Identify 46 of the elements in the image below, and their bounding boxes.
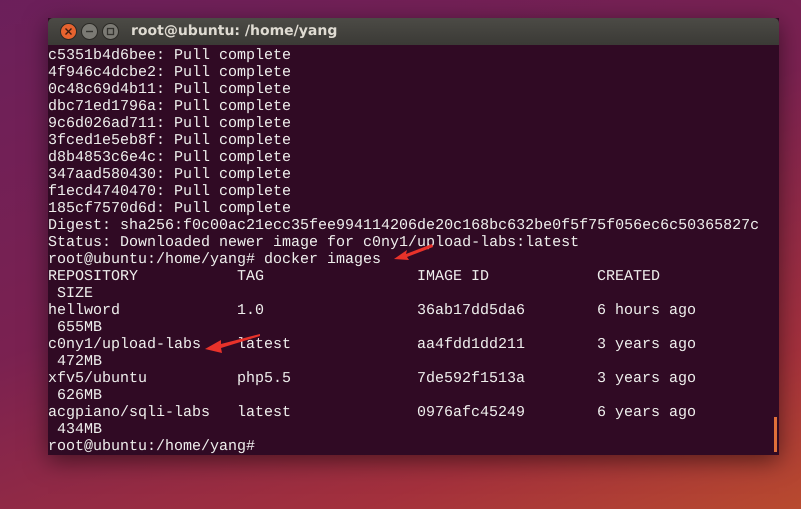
table-cell: 6 hours ago bbox=[597, 302, 696, 319]
output-line: dbc71ed1796a: Pull complete bbox=[48, 98, 292, 115]
column-header: TAG bbox=[237, 268, 264, 285]
maximize-icon bbox=[106, 27, 115, 36]
table-cell: 0976afc45249 bbox=[417, 404, 526, 421]
maximize-button[interactable] bbox=[102, 23, 119, 40]
output-line: f1ecd4740470: Pull complete bbox=[48, 183, 292, 200]
output-line: Digest: sha256:f0c00ac21ecc35fee994114206de20c168bc632be0f5f75f056ec6c50365827c bbox=[48, 217, 760, 234]
table-cell: 472MB bbox=[57, 353, 102, 370]
output-line: 4f946c4dcbe2: Pull complete bbox=[48, 64, 292, 81]
table-cell: 655MB bbox=[57, 319, 102, 336]
table-cell: 3 years ago bbox=[597, 336, 696, 353]
table-cell: 626MB bbox=[57, 387, 102, 404]
output-line: c5351b4d6bee: Pull complete bbox=[48, 47, 292, 64]
output-line: Status: Downloaded newer image for c0ny1/upload-labs:latest bbox=[48, 234, 580, 251]
column-header: SIZE bbox=[57, 285, 94, 302]
close-icon bbox=[64, 27, 73, 36]
close-button[interactable] bbox=[60, 23, 77, 40]
scrollbar-indicator bbox=[774, 417, 777, 452]
column-header: REPOSITORY bbox=[48, 268, 138, 285]
output-line: 3fced1e5eb8f: Pull complete bbox=[48, 132, 292, 149]
table-cell: 36ab17dd5da6 bbox=[417, 302, 526, 319]
table-cell: 434MB bbox=[57, 421, 102, 438]
minimize-button[interactable] bbox=[81, 23, 98, 40]
table-cell: 3 years ago bbox=[597, 370, 696, 387]
shell-prompt: root@ubuntu:/home/yang# bbox=[48, 438, 256, 455]
command-line: root@ubuntu:/home/yang# docker images bbox=[48, 251, 382, 268]
table-cell: hellword bbox=[48, 302, 120, 319]
table-cell: c0ny1/upload-labs bbox=[48, 336, 202, 353]
table-cell: 7de592f1513a bbox=[417, 370, 526, 387]
output-line: 9c6d026ad711: Pull complete bbox=[48, 115, 292, 132]
column-header: CREATED bbox=[597, 268, 660, 285]
table-cell: latest bbox=[237, 336, 292, 353]
window-title: root@ubuntu: /home/yang bbox=[131, 22, 338, 41]
table-cell: php5.5 bbox=[237, 370, 292, 387]
table-cell: acgpiano/sqli-labs bbox=[48, 404, 210, 421]
table-cell: 6 years ago bbox=[597, 404, 696, 421]
output-line: d8b4853c6e4c: Pull complete bbox=[48, 149, 292, 166]
table-cell: aa4fdd1dd211 bbox=[417, 336, 526, 353]
output-line: 0c48c69d4b11: Pull complete bbox=[48, 81, 292, 98]
column-header: IMAGE ID bbox=[417, 268, 490, 285]
table-cell: 1.0 bbox=[237, 302, 264, 319]
output-line: 347aad580430: Pull complete bbox=[48, 166, 292, 183]
table-cell: xfv5/ubuntu bbox=[48, 370, 148, 387]
table-cell: latest bbox=[237, 404, 292, 421]
output-line: 185cf7570d6d: Pull complete bbox=[48, 200, 292, 217]
